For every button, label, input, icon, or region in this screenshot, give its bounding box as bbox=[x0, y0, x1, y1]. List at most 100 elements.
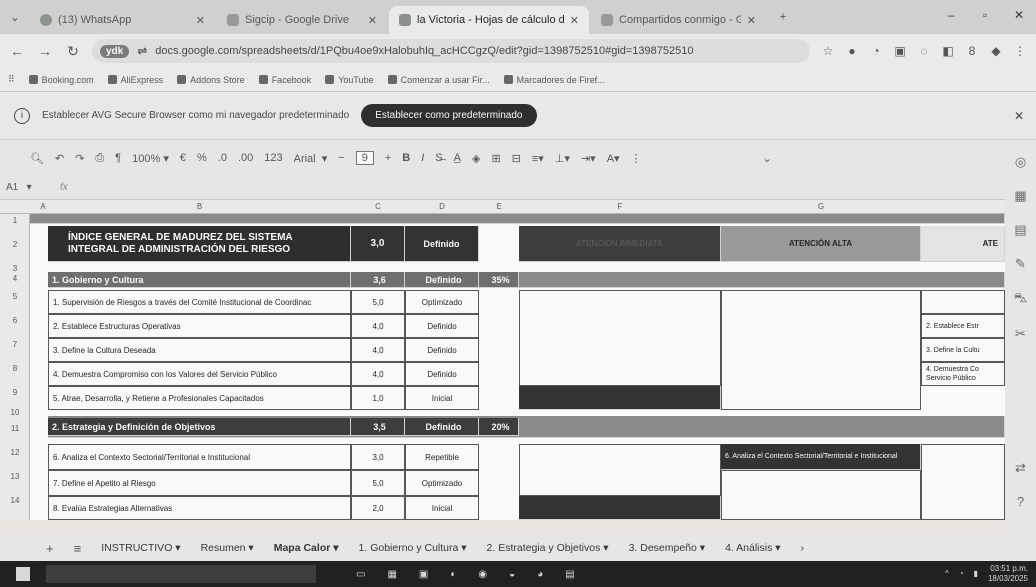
minimize-icon[interactable]: – bbox=[934, 0, 968, 30]
print-icon[interactable]: ⎙ bbox=[95, 152, 104, 165]
item-8-level[interactable]: Inicial bbox=[405, 496, 479, 520]
column-header-e[interactable]: E bbox=[479, 202, 519, 211]
section1-score[interactable]: 3,6 bbox=[351, 272, 405, 288]
attention-medium-header[interactable]: ATE bbox=[921, 226, 1005, 262]
task-view-icon[interactable]: ▭ bbox=[356, 569, 365, 580]
row-header[interactable]: 4 bbox=[0, 274, 30, 283]
item-2-level[interactable]: Definido bbox=[405, 314, 479, 338]
vertical-align-icon[interactable]: ⊥▾ bbox=[555, 152, 570, 165]
name-box[interactable]: A1 ▾ bbox=[0, 182, 60, 193]
row-header[interactable]: 11 bbox=[0, 424, 30, 433]
help-icon[interactable]: ? bbox=[1017, 494, 1024, 509]
item-7-label[interactable]: 7. Define el Apetito al Riesgo bbox=[48, 470, 351, 496]
strikethrough-icon[interactable]: S̶ bbox=[435, 152, 442, 164]
attention-immediate-cell[interactable] bbox=[519, 290, 721, 386]
attention-medium-item-3[interactable]: 3. Define la Cultu bbox=[921, 338, 1005, 362]
section1-level[interactable]: Definido bbox=[405, 272, 479, 288]
section2-weight[interactable]: 20% bbox=[479, 418, 519, 436]
sheet-tab-analisis[interactable]: 4. Análisis ▾ bbox=[725, 542, 780, 554]
align-icon[interactable]: ≡▾ bbox=[532, 152, 544, 165]
row-header[interactable]: 8 bbox=[0, 364, 30, 373]
menu-icon[interactable]: ⋮ bbox=[1012, 44, 1028, 58]
item-6-label[interactable]: 6. Analiza el Contexto Sectorial/Territo… bbox=[48, 444, 351, 470]
row-header[interactable]: 2 bbox=[0, 240, 30, 249]
sheet-tab-mapa-calor[interactable]: Mapa Calor ▾ bbox=[274, 542, 339, 554]
section1-name[interactable]: 1. Gobierno y Cultura bbox=[48, 272, 351, 288]
star-icon[interactable]: ☆ bbox=[820, 44, 836, 58]
item-3-level[interactable]: Definido bbox=[405, 338, 479, 362]
close-tab-icon[interactable]: ✕ bbox=[570, 14, 579, 27]
tab-search-icon[interactable]: ⌄ bbox=[0, 0, 30, 34]
bookmark-aliexpress[interactable]: AliExpress bbox=[107, 75, 163, 85]
row-header[interactable]: 6 bbox=[0, 316, 30, 325]
chat-icon[interactable]: ◒ bbox=[509, 569, 515, 580]
tray-arrow-icon[interactable]: ^ bbox=[945, 569, 949, 579]
attention-high-header[interactable]: ATENCIÓN ALTA bbox=[721, 226, 921, 262]
bookmark-youtube[interactable]: YouTube bbox=[325, 75, 374, 85]
column-header-f[interactable]: F bbox=[519, 202, 721, 211]
bookmark-addons[interactable]: Addons Store bbox=[177, 75, 245, 85]
percent-format-button[interactable]: % bbox=[197, 152, 207, 164]
scroll-tabs-right-icon[interactable]: › bbox=[801, 542, 805, 554]
search-menus-icon[interactable]: 🔍︎ bbox=[30, 152, 44, 165]
fill-color-icon[interactable]: ◈ bbox=[472, 152, 480, 165]
currency-format-button[interactable]: € bbox=[180, 152, 186, 164]
attention-immediate-filled[interactable] bbox=[519, 386, 721, 410]
row-header[interactable]: 12 bbox=[0, 448, 30, 457]
index-score[interactable]: 3,0 bbox=[351, 226, 405, 262]
row-header[interactable]: 13 bbox=[0, 472, 30, 481]
item-4-score[interactable]: 4,0 bbox=[351, 362, 405, 386]
item-3-label[interactable]: 3. Define la Cultura Deseada bbox=[48, 338, 351, 362]
attention-medium-item-2[interactable]: 2. Establece Estr bbox=[921, 314, 1005, 338]
browser-icon[interactable]: ◉ bbox=[478, 569, 487, 580]
item-4-label[interactable]: 4. Demuestra Compromiso con los Valores … bbox=[48, 362, 351, 386]
more-options-icon[interactable]: ⋮ bbox=[631, 152, 642, 165]
maximize-icon[interactable]: ▫ bbox=[968, 0, 1002, 30]
italic-button[interactable]: I bbox=[421, 152, 424, 164]
excel-icon[interactable]: ▤ bbox=[565, 569, 574, 580]
edge-icon[interactable]: ◐ bbox=[450, 569, 456, 580]
tasks-icon[interactable]: ✎ bbox=[1015, 256, 1026, 272]
attention-immediate-header[interactable]: ATENCIÓN INMEDIATA bbox=[519, 226, 721, 262]
apps-grid-icon[interactable]: ⠿ bbox=[8, 74, 15, 85]
section2-name[interactable]: 2. Estrategia y Definición de Objetivos bbox=[48, 418, 351, 436]
profile-icon[interactable]: 8 bbox=[964, 44, 980, 58]
item-2-score[interactable]: 4,0 bbox=[351, 314, 405, 338]
column-header-d[interactable]: D bbox=[405, 202, 479, 211]
taskbar-search-field[interactable] bbox=[46, 565, 316, 583]
increase-decimal-button[interactable]: .00 bbox=[238, 152, 253, 164]
item-6-score[interactable]: 3,0 bbox=[351, 444, 405, 470]
reload-icon[interactable]: ↻ bbox=[64, 43, 82, 60]
keep-icon[interactable]: ▤ bbox=[1014, 222, 1026, 238]
row-header[interactable]: 14 bbox=[0, 496, 30, 505]
cast-icon[interactable]: ▣ bbox=[892, 44, 908, 58]
maps-icon[interactable]: ⛍ bbox=[1014, 290, 1027, 308]
font-select[interactable]: Arial ▾ bbox=[294, 152, 328, 165]
attention-immediate-cell[interactable] bbox=[519, 444, 721, 496]
font-size-decrease-button[interactable]: − bbox=[338, 152, 344, 164]
spreadsheet-grid[interactable]: A B C D E F G 1 2 3 4 5 6 7 8 9 10 11 12… bbox=[0, 200, 1005, 520]
row-header[interactable]: 5 bbox=[0, 292, 30, 301]
add-sheet-icon[interactable]: + bbox=[46, 541, 54, 556]
sheet-tab-resumen[interactable]: Resumen ▾ bbox=[201, 542, 254, 554]
number-format-button[interactable]: 123 bbox=[264, 152, 282, 164]
site-info-icon[interactable]: ⇌ bbox=[137, 44, 147, 58]
redo-icon[interactable]: ↷ bbox=[75, 152, 84, 165]
item-8-label[interactable]: 8. Evalúa Estrategias Alternativas bbox=[48, 496, 351, 520]
close-tab-icon[interactable]: ✕ bbox=[368, 14, 377, 27]
item-1-label[interactable]: 1. Supervisión de Riesgos a través del C… bbox=[48, 290, 351, 314]
sheet-tab-gobierno[interactable]: 1. Gobierno y Cultura ▾ bbox=[359, 542, 467, 554]
column-header-c[interactable]: C bbox=[351, 202, 405, 211]
browser-tab-sheets[interactable]: la Victoria - Hojas de cálculo d ✕ bbox=[389, 6, 589, 34]
item-4-level[interactable]: Definido bbox=[405, 362, 479, 386]
attention-high-cell[interactable] bbox=[721, 290, 921, 410]
new-tab-button[interactable]: + bbox=[768, 0, 798, 34]
close-tab-icon[interactable]: ✕ bbox=[196, 14, 205, 27]
item-3-score[interactable]: 4,0 bbox=[351, 338, 405, 362]
borders-icon[interactable]: ⊞ bbox=[491, 152, 500, 165]
all-sheets-icon[interactable]: ≡ bbox=[74, 541, 82, 556]
section1-weight[interactable]: 35% bbox=[479, 272, 519, 288]
profile-badge[interactable]: ydk bbox=[100, 44, 130, 58]
item-7-score[interactable]: 5,0 bbox=[351, 470, 405, 496]
security-icon[interactable]: ◆ bbox=[988, 44, 1004, 58]
